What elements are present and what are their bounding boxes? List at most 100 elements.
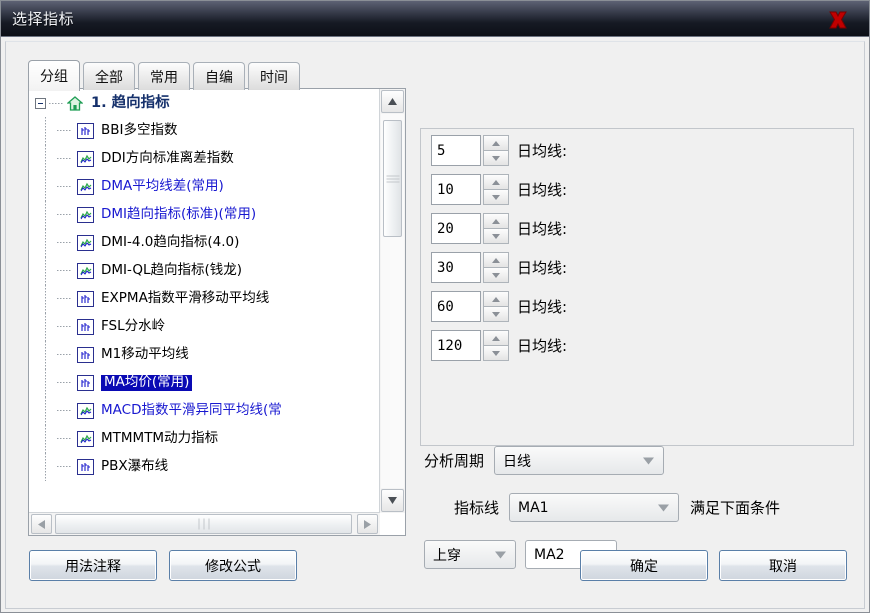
stepper-up-button[interactable] bbox=[483, 291, 509, 307]
indicator-line-select[interactable]: MA1 bbox=[509, 493, 680, 522]
param-stepper-4[interactable] bbox=[483, 252, 509, 283]
chevron-up-icon bbox=[492, 257, 500, 263]
chevron-down-icon bbox=[492, 155, 500, 161]
line-chart-icon bbox=[77, 151, 94, 167]
bar-chart-icon bbox=[77, 291, 94, 307]
scroll-thumb[interactable] bbox=[55, 514, 352, 534]
tab-changyong[interactable]: 常用 bbox=[138, 62, 190, 90]
param-input-1[interactable]: 5 bbox=[431, 135, 481, 166]
param-input-4[interactable]: 30 bbox=[431, 252, 481, 283]
stepper-down-button[interactable] bbox=[483, 190, 509, 205]
tree-item[interactable]: DDI方向标准离差指数 bbox=[29, 145, 379, 173]
tree-item[interactable]: MACD指数平滑异同平均线(常 bbox=[29, 397, 379, 425]
tree-item[interactable]: DMI趋向指标(标准)(常用) bbox=[29, 201, 379, 229]
stepper-down-button[interactable] bbox=[483, 268, 509, 283]
tree-line bbox=[35, 285, 57, 313]
stepper-up-button[interactable] bbox=[483, 174, 509, 190]
param-input-5[interactable]: 60 bbox=[431, 291, 481, 322]
tree-root-node[interactable]: 1. 趋向指标 bbox=[29, 89, 379, 117]
tab-label: 常用 bbox=[150, 69, 178, 86]
collapse-toggle-icon[interactable] bbox=[35, 97, 46, 109]
tree-item-label: DMA平均线差(常用) bbox=[101, 178, 224, 195]
param-stepper-3[interactable] bbox=[483, 213, 509, 244]
tab-label: 全部 bbox=[95, 69, 123, 86]
stepper-up-button[interactable] bbox=[483, 213, 509, 229]
indicator-line-value: MA1 bbox=[518, 499, 549, 516]
grip-icon bbox=[386, 173, 399, 184]
stepper-down-button[interactable] bbox=[483, 151, 509, 166]
ok-button[interactable]: 确定 bbox=[580, 550, 708, 581]
chevron-down-icon bbox=[643, 457, 655, 464]
analysis-period-label: 分析周期 bbox=[424, 452, 485, 470]
tree-item[interactable]: DMI-QL趋向指标(钱龙) bbox=[29, 257, 379, 285]
param-label-3: 日均线: bbox=[517, 220, 568, 238]
tree-line bbox=[57, 201, 77, 229]
tree-item-selected[interactable]: MA均价(常用) bbox=[29, 369, 379, 397]
tree-line bbox=[57, 257, 77, 285]
tree-item[interactable]: M1移动平均线 bbox=[29, 341, 379, 369]
tree-line bbox=[35, 313, 57, 341]
stepper-up-button[interactable] bbox=[483, 135, 509, 151]
tab-zibian[interactable]: 自编 bbox=[193, 62, 245, 90]
param-stepper-1[interactable] bbox=[483, 135, 509, 166]
tree-item[interactable]: BBI多空指数 bbox=[29, 117, 379, 145]
tree-item-label: MACD指数平滑异同平均线(常 bbox=[101, 402, 282, 419]
tab-fenzu[interactable]: 分组 bbox=[28, 60, 80, 91]
tree-line bbox=[57, 117, 77, 145]
cross-type-value: 上穿 bbox=[433, 547, 461, 564]
tree-item[interactable]: DMI-4.0趋向指标(4.0) bbox=[29, 229, 379, 257]
tree-item[interactable]: EXPMA指数平滑移动平均线 bbox=[29, 285, 379, 313]
param-input-3[interactable]: 20 bbox=[431, 213, 481, 244]
edit-formula-button[interactable]: 修改公式 bbox=[169, 550, 297, 581]
scroll-down-button[interactable] bbox=[381, 489, 404, 512]
ok-label: 确定 bbox=[630, 558, 658, 575]
scroll-track[interactable] bbox=[381, 114, 404, 488]
tree-item[interactable]: DMA平均线差(常用) bbox=[29, 173, 379, 201]
tree-item-label: BBI多空指数 bbox=[101, 122, 178, 139]
analysis-period-select[interactable]: 日线 bbox=[494, 446, 665, 475]
tree-root-label: 1. 趋向指标 bbox=[91, 94, 170, 111]
tree-horizontal-scrollbar[interactable] bbox=[29, 512, 380, 535]
bar-chart-icon bbox=[77, 319, 94, 335]
tree-vertical-scrollbar[interactable] bbox=[379, 89, 405, 513]
close-button[interactable] bbox=[821, 5, 855, 35]
chevron-down-icon bbox=[492, 233, 500, 239]
tree-line bbox=[35, 201, 57, 229]
param-stepper-5[interactable] bbox=[483, 291, 509, 322]
tree-scroll-viewport: 1. 趋向指标 BBI多空指数 DDI方向标准离差指数 DMA平均线差(常用) … bbox=[29, 89, 379, 535]
usage-note-button[interactable]: 用法注释 bbox=[29, 550, 157, 581]
tree-item-label: FSL分水岭 bbox=[101, 318, 166, 335]
param-input-6[interactable]: 120 bbox=[431, 330, 481, 361]
tree-item[interactable]: MTMMTM动力指标 bbox=[29, 425, 379, 453]
stepper-up-button[interactable] bbox=[483, 330, 509, 346]
scroll-up-button[interactable] bbox=[381, 90, 404, 113]
param-row: 5 日均线: bbox=[431, 135, 567, 166]
bar-chart-icon bbox=[77, 459, 94, 475]
param-stepper-2[interactable] bbox=[483, 174, 509, 205]
param-label-2: 日均线: bbox=[517, 181, 568, 199]
tree-item[interactable]: FSL分水岭 bbox=[29, 313, 379, 341]
cross-target-value: MA2 bbox=[534, 546, 565, 563]
cancel-button[interactable]: 取消 bbox=[719, 550, 847, 581]
parameters-panel: 5 日均线: 10 日均线: 20 日均线: 30 日均线: 60 日均线: 1… bbox=[420, 128, 854, 446]
stepper-down-button[interactable] bbox=[483, 229, 509, 244]
param-stepper-6[interactable] bbox=[483, 330, 509, 361]
param-input-2[interactable]: 10 bbox=[431, 174, 481, 205]
tab-quanbu[interactable]: 全部 bbox=[83, 62, 135, 90]
tab-shijian[interactable]: 时间 bbox=[248, 62, 300, 90]
tree-item[interactable]: PBX瀑布线 bbox=[29, 453, 379, 481]
tree-line bbox=[35, 257, 57, 285]
tree-line bbox=[35, 145, 57, 173]
stepper-down-button[interactable] bbox=[483, 346, 509, 361]
scroll-thumb[interactable] bbox=[383, 120, 402, 237]
scroll-left-button[interactable] bbox=[31, 514, 52, 534]
stepper-up-button[interactable] bbox=[483, 252, 509, 268]
tree-line bbox=[35, 453, 57, 481]
scroll-right-button[interactable] bbox=[357, 514, 378, 534]
line-chart-icon bbox=[77, 235, 94, 251]
cross-type-select[interactable]: 上穿 bbox=[424, 540, 516, 569]
stepper-down-button[interactable] bbox=[483, 307, 509, 322]
condition-note: 满足下面条件 bbox=[690, 499, 781, 517]
chevron-left-icon bbox=[38, 519, 45, 529]
tree-line bbox=[57, 453, 77, 481]
